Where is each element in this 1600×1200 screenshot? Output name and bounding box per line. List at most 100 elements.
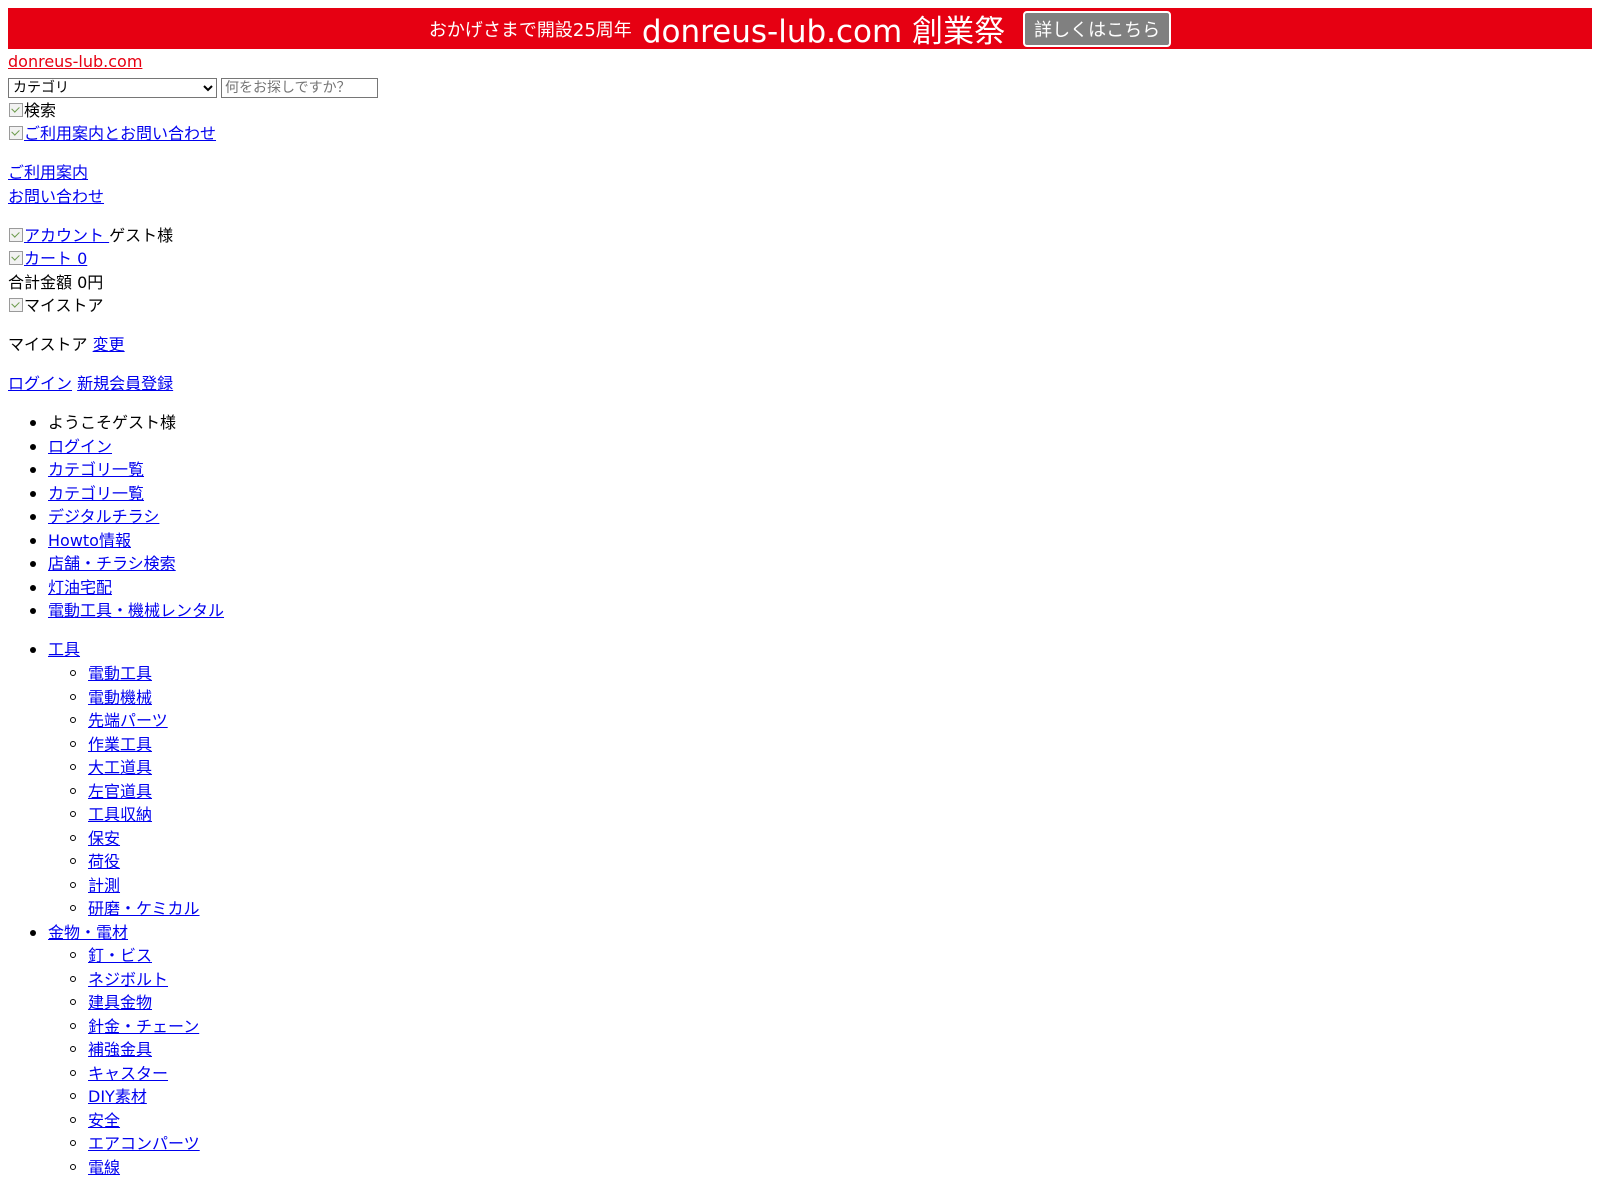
account-image-alt: アカウント — [24, 226, 105, 245]
auth-links: ログイン 新規会員登録 — [8, 374, 173, 394]
cart-count: 0 — [77, 249, 88, 268]
nav-item-store-search[interactable]: 店舗・チラシ検索 — [30, 554, 176, 574]
subcategory-item[interactable]: 電動機械 — [69, 688, 152, 708]
subcategory-link[interactable]: 荷役 — [88, 852, 120, 871]
subcategory-link[interactable]: 作業工具 — [88, 735, 152, 754]
guest-label: ゲスト様 — [109, 226, 174, 245]
banner-details-button[interactable]: 詳しくはこちら — [1023, 10, 1172, 47]
subcategory-link[interactable]: 保安 — [88, 829, 120, 848]
subcategory-link[interactable]: 電動機械 — [88, 688, 152, 707]
subcategory-item[interactable]: 計測 — [69, 876, 120, 896]
nav-item-kerosene[interactable]: 灯油宅配 — [29, 578, 112, 598]
subcategory-item[interactable]: 電動工具 — [69, 664, 152, 684]
subcategory-item[interactable]: 左官道具 — [69, 782, 152, 802]
subcategory-item[interactable]: 工具収納 — [69, 805, 152, 825]
subcategory-item[interactable]: 先端パーツ — [70, 711, 168, 731]
nav-welcome: ようこそゲスト様 — [29, 413, 177, 432]
mystore-image-alt: マイストア — [24, 296, 104, 315]
guide-contact-image-link[interactable]: ご利用案内とお問い合わせ — [24, 124, 216, 143]
subcategory-link[interactable]: 工具収納 — [88, 805, 152, 824]
subcategory-link[interactable]: 建具金物 — [88, 993, 152, 1012]
category-tools-link[interactable]: 工具 — [48, 640, 80, 659]
cart-total-label: 合計金額 — [8, 273, 73, 292]
search-input[interactable] — [221, 78, 378, 98]
cart-image-alt: カート — [24, 249, 73, 268]
category-select[interactable]: カテゴリ — [8, 78, 217, 98]
search-image-alt: 検索 — [24, 101, 57, 120]
subcategory-link[interactable]: 安全 — [88, 1111, 120, 1130]
nav-item-rental[interactable]: 電動工具・機械レンタル — [29, 601, 224, 621]
banner-festival-title: donreus-lub.com 創業祭 — [641, 14, 1006, 50]
subcategory-item[interactable]: ネジボルト — [69, 970, 168, 990]
search-icon — [8, 102, 24, 118]
guide-contact-menu[interactable]: ご利用案内とお問い合わせ — [8, 124, 216, 144]
subcategory-link[interactable]: エアコンパーツ — [88, 1134, 200, 1153]
subcategory-link[interactable]: 先端パーツ — [88, 711, 168, 730]
subcategory-link[interactable]: DIY素材 — [88, 1087, 147, 1106]
subcategory-link[interactable]: 釘・ビス — [88, 946, 152, 965]
subcategory-link[interactable]: 計測 — [88, 876, 120, 895]
subcategory-item[interactable]: 補強金具 — [69, 1040, 152, 1060]
subcategory-item[interactable]: キャスター — [69, 1064, 168, 1084]
account-link[interactable]: アカウント — [24, 226, 109, 245]
store-icon — [8, 297, 24, 313]
nav-item-digital-flyer-link[interactable]: デジタルチラシ — [48, 507, 159, 526]
subcategory-item[interactable]: 針金・チェーン — [69, 1017, 199, 1037]
banner-anniversary-text: おかげさまで開設25周年 — [428, 19, 632, 41]
category-hardware-link[interactable]: 金物・電材 — [48, 923, 128, 942]
nav-item-digital-flyer[interactable]: デジタルチラシ — [29, 507, 159, 527]
cart-total: 合計金額 0円 — [8, 273, 103, 293]
subcategory-link[interactable]: 研磨・ケミカル — [88, 899, 200, 918]
nav-item-howto[interactable]: Howto情報 — [30, 531, 131, 551]
nav-item-rental-link[interactable]: 電動工具・機械レンタル — [48, 601, 224, 620]
cart-icon — [8, 250, 24, 266]
account-icon — [8, 227, 24, 243]
register-link[interactable]: 新規会員登録 — [77, 374, 173, 393]
subcategory-item[interactable]: DIY素材 — [70, 1087, 147, 1107]
subcategory-link[interactable]: 電線 — [88, 1158, 120, 1177]
subcategory-item[interactable]: 建具金物 — [69, 993, 152, 1013]
subcategory-item[interactable]: 研磨・ケミカル — [70, 899, 200, 919]
account-area: アカウント ゲスト様 — [8, 226, 173, 246]
nav-item-howto-link[interactable]: Howto情報 — [48, 531, 131, 550]
subcategory-item[interactable]: 釘・ビス — [69, 946, 152, 966]
guide-link[interactable]: ご利用案内 — [8, 163, 88, 183]
subcategory-link[interactable]: 針金・チェーン — [88, 1017, 199, 1036]
subcategory-item[interactable]: 電線 — [69, 1158, 120, 1178]
subcategory-link[interactable]: キャスター — [88, 1064, 168, 1083]
nav-item-category-list-link[interactable]: カテゴリ一覧 — [48, 460, 144, 479]
category-hardware[interactable]: 金物・電材 — [29, 923, 128, 943]
login-link[interactable]: ログイン — [8, 374, 72, 393]
nav-item-category-list[interactable]: カテゴリ一覧 — [29, 460, 144, 480]
subcategory-item[interactable]: 保安 — [69, 829, 120, 849]
nav-item-login[interactable]: ログイン — [29, 437, 112, 457]
subcategory-item[interactable]: 大工道具 — [69, 758, 152, 778]
cart-area: カート 0 — [8, 249, 87, 269]
subcategory-link[interactable]: 電動工具 — [88, 664, 152, 683]
category-tools[interactable]: 工具 — [29, 640, 80, 660]
mystore-label: マイストア — [8, 335, 88, 354]
subcategory-item[interactable]: 作業工具 — [69, 735, 152, 755]
subcategory-item[interactable]: 安全 — [69, 1111, 120, 1131]
subcategory-item[interactable]: 荷役 — [69, 852, 120, 872]
nav-item-kerosene-link[interactable]: 灯油宅配 — [48, 578, 112, 597]
promo-banner: おかげさまで開設25周年 donreus-lub.com 創業祭 詳しくはこちら — [8, 8, 1592, 50]
mystore-change-link[interactable]: 変更 — [93, 335, 125, 354]
nav-item-login-link[interactable]: ログイン — [48, 437, 112, 456]
cart-total-value: 0円 — [77, 273, 104, 292]
mystore-image: マイストア — [8, 296, 104, 316]
subcategory-link[interactable]: 左官道具 — [88, 782, 152, 801]
subcategory-item[interactable]: エアコンパーツ — [70, 1134, 200, 1154]
subcategory-link[interactable]: ネジボルト — [88, 970, 168, 989]
site-logo-link[interactable]: donreus-lub.com — [8, 52, 142, 72]
nav-item-store-search-link[interactable]: 店舗・チラシ検索 — [48, 554, 176, 573]
nav-item-category-list-2[interactable]: カテゴリ一覧 — [29, 484, 144, 504]
contact-link[interactable]: お問い合わせ — [8, 187, 104, 207]
search-button[interactable]: 検索 — [8, 101, 56, 121]
subcategory-link[interactable]: 大工道具 — [88, 758, 152, 777]
subcategory-link[interactable]: 補強金具 — [88, 1040, 152, 1059]
nav-item-category-list-2-link[interactable]: カテゴリ一覧 — [48, 484, 144, 503]
cart-link[interactable]: カート 0 — [24, 249, 87, 268]
mystore-row: マイストア 変更 — [8, 335, 125, 355]
help-icon — [8, 125, 24, 141]
